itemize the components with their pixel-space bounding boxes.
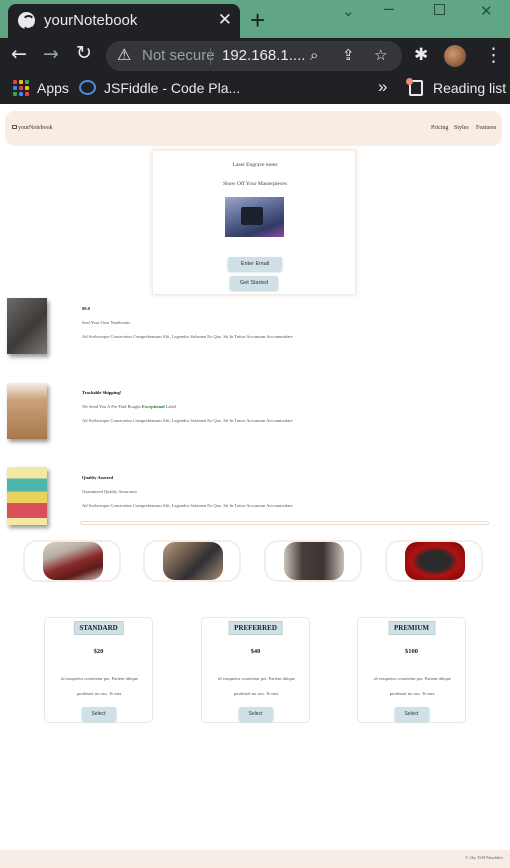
price-value: $100	[405, 648, 418, 655]
url-text[interactable]: 192.168.1....	[222, 47, 305, 64]
security-label[interactable]: Not secure	[142, 47, 215, 64]
extensions-icon[interactable]: ✱	[414, 45, 428, 65]
select-button[interactable]: Select	[394, 707, 429, 721]
brand-logo-icon	[12, 125, 17, 129]
enter-email-button[interactable]: Enter Email	[228, 257, 282, 271]
footer-copyright: © 2by DATAbuddies	[464, 855, 503, 860]
brand-name[interactable]: yourNotebook	[18, 125, 53, 131]
feature-body: Ad Scelerisque Consectetur Comprehensum …	[82, 503, 293, 508]
warning-icon[interactable]: ⚠	[117, 45, 131, 64]
bookmark-jsfiddle[interactable]: JSFiddle - Code Pla...	[104, 80, 240, 96]
jsfiddle-icon	[79, 80, 96, 95]
site-brand[interactable]: yourNotebook	[12, 125, 53, 131]
window-close-icon[interactable]: ✕	[480, 2, 493, 20]
browser-tab[interactable]: yourNotebook ✕	[8, 4, 240, 38]
gallery-card[interactable]	[23, 540, 121, 582]
hero-line1: Laser Engrave notes	[232, 162, 278, 168]
gallery-image	[43, 542, 103, 580]
pricing-card-standard: STANDARD $20 id eusquetur consetetur per…	[44, 617, 153, 723]
gallery-image	[284, 542, 344, 580]
desc-line: prodesset no usu. Te mei.	[233, 691, 280, 696]
desc-line: id eusquetur consetetur per. Partem tibi…	[374, 676, 451, 681]
feature-image-blocks	[7, 467, 47, 525]
gallery-card[interactable]	[143, 540, 241, 582]
zoom-icon[interactable]: ⌕	[310, 46, 318, 64]
pricing-description: id eusquetur consetetur per. Partem tibi…	[364, 671, 461, 701]
close-tab-icon[interactable]: ✕	[218, 10, 232, 30]
gallery-image	[405, 542, 465, 580]
pricing-card-preferred: PREFERRED $40 id eusquetur consetetur pe…	[201, 617, 310, 723]
tab-search-icon[interactable]: ⌄	[342, 2, 355, 20]
get-started-button[interactable]: Get Started	[230, 276, 278, 290]
pricing-description: id eusquetur consetetur per. Partem tibi…	[51, 671, 148, 701]
feature-title: Trackable Shipping!	[82, 390, 122, 395]
minimize-icon[interactable]: –	[384, 0, 394, 19]
nav-features[interactable]: Features	[476, 125, 496, 131]
feature-subtitle-text: We Send You A Pre Paid Bought	[82, 404, 141, 409]
share-icon[interactable]: ⇪	[342, 46, 355, 64]
price-value: $20	[93, 648, 104, 655]
feature-subtitle-text: Label	[165, 404, 177, 409]
desc-line: prodesset no usu. Te mei.	[389, 691, 436, 696]
site-navbar	[5, 111, 502, 146]
gallery-image	[163, 542, 223, 580]
profile-avatar[interactable]	[444, 45, 466, 67]
desc-line: id eusquetur consetetur per. Partem tibi…	[218, 676, 295, 681]
site-footer: © 2by DATAbuddies	[0, 850, 510, 868]
feature-title: Quality Assured	[82, 475, 114, 480]
desc-line: id eusquetur consetetur per. Partem tibi…	[61, 676, 138, 681]
hero-line2: Show Off Your Masterpieces	[223, 181, 287, 187]
tier-label: PREFERRED	[228, 621, 283, 635]
bookmark-star-icon[interactable]: ☆	[374, 46, 387, 64]
apps-grid-icon[interactable]	[13, 80, 29, 96]
price-value: $40	[250, 648, 261, 655]
hero-card: Laser Engrave notes Show Off Your Master…	[152, 150, 356, 295]
feature-body: Ad Scelerisque Consectetur Comprehensum …	[82, 334, 293, 339]
feature-subtitle: Guaranteed Quality Assurance	[82, 489, 137, 494]
forward-icon[interactable]: →	[43, 43, 59, 65]
feature-title: $9.0	[82, 306, 90, 311]
desc-line: prodesset no usu. Te mei.	[76, 691, 123, 696]
feature-highlight: Exceptional	[141, 404, 165, 409]
menu-kebab-icon[interactable]: ⋮	[484, 44, 503, 66]
pricing-description: id eusquetur consetetur per. Partem tibi…	[208, 671, 305, 701]
select-button[interactable]: Select	[238, 707, 273, 721]
globe-icon	[18, 12, 35, 30]
nav-styles[interactable]: Styles	[454, 125, 469, 131]
tab-title: yourNotebook	[44, 12, 138, 29]
bookmark-apps[interactable]: Apps	[37, 80, 69, 96]
maximize-icon[interactable]	[434, 4, 445, 15]
hero-image	[225, 197, 284, 237]
address-bar[interactable]: ⚠ Not secure 192.168.1.... ⌕ ⇪ ☆	[106, 41, 402, 71]
back-icon[interactable]: ←	[11, 43, 27, 65]
tier-label: STANDARD	[73, 621, 124, 635]
bookmarks-overflow-icon[interactable]: »	[378, 77, 387, 97]
reload-icon[interactable]: ↻	[76, 42, 92, 64]
nav-pricing[interactable]: Pricing	[431, 125, 448, 131]
pricing-card-premium: PREMIUM $100 id eusquetur consetetur per…	[357, 617, 466, 723]
new-tab-button[interactable]: +	[250, 6, 265, 34]
feature-image-boxes	[7, 383, 47, 439]
feature-subtitle: Seal Your Own Notebooks	[82, 320, 131, 325]
section-divider	[80, 521, 489, 525]
feature-subtitle: We Send You A Pre Paid Bought Exceptiona…	[82, 404, 176, 409]
gallery-card[interactable]	[264, 540, 362, 582]
feature-body: Ad Scelerisque Consectetur Comprehensum …	[82, 418, 293, 423]
reading-list-badge	[406, 78, 413, 85]
select-button[interactable]: Select	[81, 707, 116, 721]
gallery-card[interactable]	[385, 540, 483, 582]
feature-image-keys	[7, 298, 47, 354]
omnibox-separator	[210, 48, 211, 65]
reading-list-button[interactable]: Reading list	[433, 80, 506, 96]
tier-label: PREMIUM	[388, 621, 435, 635]
